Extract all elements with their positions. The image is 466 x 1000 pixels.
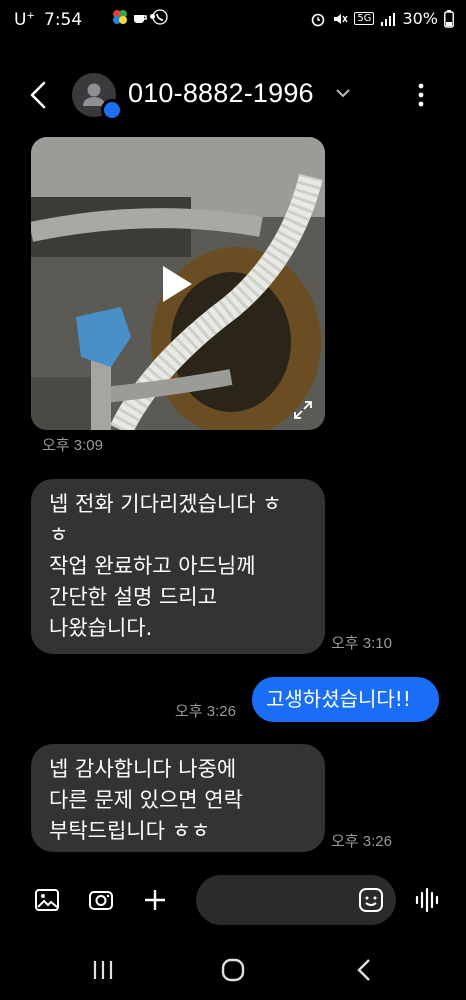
message-line: 넵 전화 기다리겠습니다 ㅎ <box>49 492 282 516</box>
alarm-icon <box>312 13 325 26</box>
message-line: 나왔습니다. <box>49 616 153 640</box>
message-time: 오후 3:09 <box>42 437 103 454</box>
system-indicators: 5G 30% <box>310 9 454 28</box>
message-line: 부탁드립니다 ㅎㅎ <box>49 819 211 843</box>
incoming-message-bubble[interactable]: 넵 감사합니다 나중에 다른 문제 있으면 연락 부탁드립니다 ㅎㅎ <box>31 744 325 852</box>
home-icon[interactable] <box>218 955 248 985</box>
profile-badge <box>101 99 123 121</box>
status-bar: U+ 7:54 5G 30% <box>0 0 466 40</box>
voice-icon[interactable] <box>412 885 442 915</box>
chevron-down-icon[interactable] <box>334 86 352 100</box>
recent-apps-icon[interactable] <box>88 955 118 985</box>
outgoing-message-bubble[interactable]: 고생하셨습니다!! <box>252 677 439 722</box>
message-time: 오후 3:10 <box>331 635 392 652</box>
battery-icon <box>444 9 454 28</box>
expand-icon[interactable] <box>293 400 313 420</box>
emoji-icon[interactable] <box>358 887 384 913</box>
contact-name[interactable]: 010-8882-1996 <box>128 78 314 109</box>
message-line: 다른 문제 있으면 연락 <box>49 788 243 812</box>
back-nav-icon[interactable] <box>350 955 380 985</box>
battery-percent: 30% <box>402 9 438 28</box>
plus-icon[interactable] <box>142 887 168 913</box>
back-arrow-icon[interactable] <box>26 80 52 110</box>
camera-icon[interactable] <box>88 887 114 913</box>
notification-dot <box>150 14 155 19</box>
message-time: 오후 3:26 <box>175 703 236 720</box>
gallery-icon[interactable] <box>34 887 60 913</box>
status-time: 7:54 <box>44 10 83 30</box>
signal-icon <box>381 12 396 26</box>
incoming-message-bubble[interactable]: 넵 전화 기다리겠습니다 ㅎ ㅎ 작업 완료하고 아드님께 간단한 설명 드리고… <box>31 479 325 654</box>
mute-icon <box>334 13 348 24</box>
message-line: 넵 감사합니다 나중에 <box>49 757 237 781</box>
network-type: 5G <box>354 12 375 25</box>
notification-icons <box>112 9 168 25</box>
coffee-icon <box>134 15 147 23</box>
carrier-label: U+ <box>14 10 35 30</box>
play-icon[interactable] <box>160 264 194 304</box>
message-time: 오후 3:26 <box>331 833 392 850</box>
more-vert-icon[interactable] <box>412 82 430 108</box>
app-notification-icon <box>113 10 127 24</box>
message-line: 작업 완료하고 아드님께 <box>49 554 256 578</box>
message-line: ㅎ <box>49 523 69 547</box>
message-line: 간단한 설명 드리고 <box>49 585 217 609</box>
